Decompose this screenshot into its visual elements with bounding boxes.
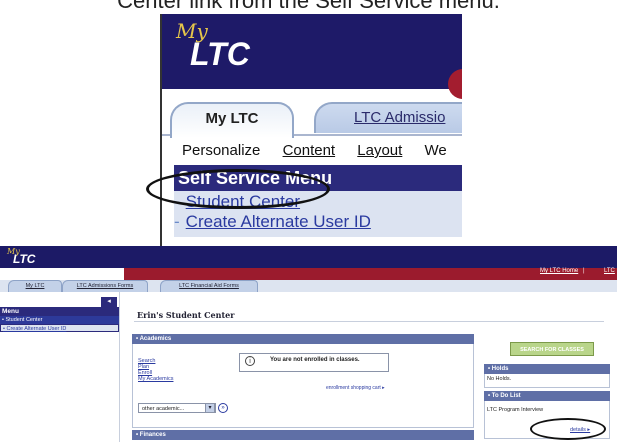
- portal-banner: [0, 246, 617, 268]
- bullet-dash: -: [174, 212, 180, 231]
- tab-ltc-admissions[interactable]: LTC Admissio: [314, 102, 462, 133]
- enrollment-shopping-cart-link[interactable]: enrollment shopping cart ▸: [326, 385, 385, 391]
- zoomed-inset: My LTC LTC Admissio My LTC Personalize C…: [160, 14, 462, 246]
- menu-item-student-center[interactable]: • Student Center: [0, 316, 119, 324]
- holds-header-label: Holds: [491, 366, 509, 372]
- personalize-link[interactable]: Personalize: [182, 142, 260, 159]
- holds-header[interactable]: • Holds: [484, 364, 610, 374]
- menu-title: Menu: [0, 307, 119, 316]
- bullet-icon: •: [3, 326, 5, 332]
- todo-header[interactable]: • To Do List: [484, 391, 610, 401]
- search-for-classes-button[interactable]: SEARCH FOR CLASSES: [510, 342, 594, 356]
- academics-header-label: Academics: [139, 336, 172, 342]
- bullet-icon: •: [136, 336, 139, 342]
- student-center-screenshot: My LTC My LTC Home | LTC My LTC LTC Admi…: [0, 246, 617, 442]
- tab-my-ltc[interactable]: My LTC: [8, 280, 62, 292]
- bullet-icon: •: [488, 393, 491, 399]
- content-link[interactable]: Content: [283, 142, 336, 159]
- logo-ltc-text: LTC: [13, 252, 36, 266]
- menu-item-create-alternate-user-id[interactable]: • Create Alternate User ID: [0, 324, 119, 332]
- collapse-menu-icon[interactable]: ◂: [101, 297, 117, 307]
- highlight-oval: [146, 169, 330, 209]
- bullet-icon: •: [488, 366, 491, 372]
- my-ltc-home-link[interactable]: My LTC Home: [540, 268, 578, 274]
- menu-item-label: Student Center: [5, 317, 43, 323]
- layout-link[interactable]: Layout: [357, 142, 402, 159]
- chevron-down-icon[interactable]: ▾: [205, 403, 215, 413]
- go-button[interactable]: »: [218, 403, 228, 413]
- tab-label: LTC Admissio: [354, 109, 446, 126]
- todo-header-label: To Do List: [491, 393, 521, 399]
- academics-link-my-academics[interactable]: My Academics: [138, 376, 173, 382]
- tab-my-ltc[interactable]: My LTC: [170, 102, 294, 138]
- finances-header[interactable]: • Finances: [132, 430, 474, 440]
- highlight-oval: [530, 418, 606, 440]
- instruction-caption: Center link from the Self Service menu.: [117, 0, 500, 13]
- bullet-icon: •: [136, 432, 139, 438]
- finances-header-label: Finances: [139, 432, 166, 438]
- overflow-link[interactable]: We: [425, 142, 447, 159]
- holds-text: No Holds.: [487, 376, 512, 382]
- menu-item-create-alternate-user-id[interactable]: - Create Alternate User ID: [174, 212, 371, 232]
- enrollment-notice-text: You are not enrolled in classes.: [270, 357, 360, 363]
- personalize-links: Personalize Content Layout We: [182, 142, 462, 159]
- academics-header[interactable]: • Academics: [132, 334, 474, 344]
- ltc-link[interactable]: LTC: [604, 268, 615, 274]
- title-divider: [134, 321, 604, 322]
- todo-item: LTC Program Interview: [487, 407, 544, 413]
- page-title: Erin's Student Center: [137, 310, 235, 320]
- menu-item-label: Create Alternate User ID: [185, 212, 371, 231]
- bullet-icon: •: [2, 317, 4, 323]
- nav-separator: |: [583, 268, 585, 274]
- info-icon: i: [245, 356, 255, 366]
- menu-item-label: Create Alternate User ID: [6, 326, 67, 332]
- logo-ltc-text: LTC: [190, 36, 250, 72]
- tab-ltc-admissions-forms[interactable]: LTC Admissions Forms: [62, 280, 148, 292]
- tab-ltc-financial-aid-forms[interactable]: LTC Financial Aid Forms: [160, 280, 258, 292]
